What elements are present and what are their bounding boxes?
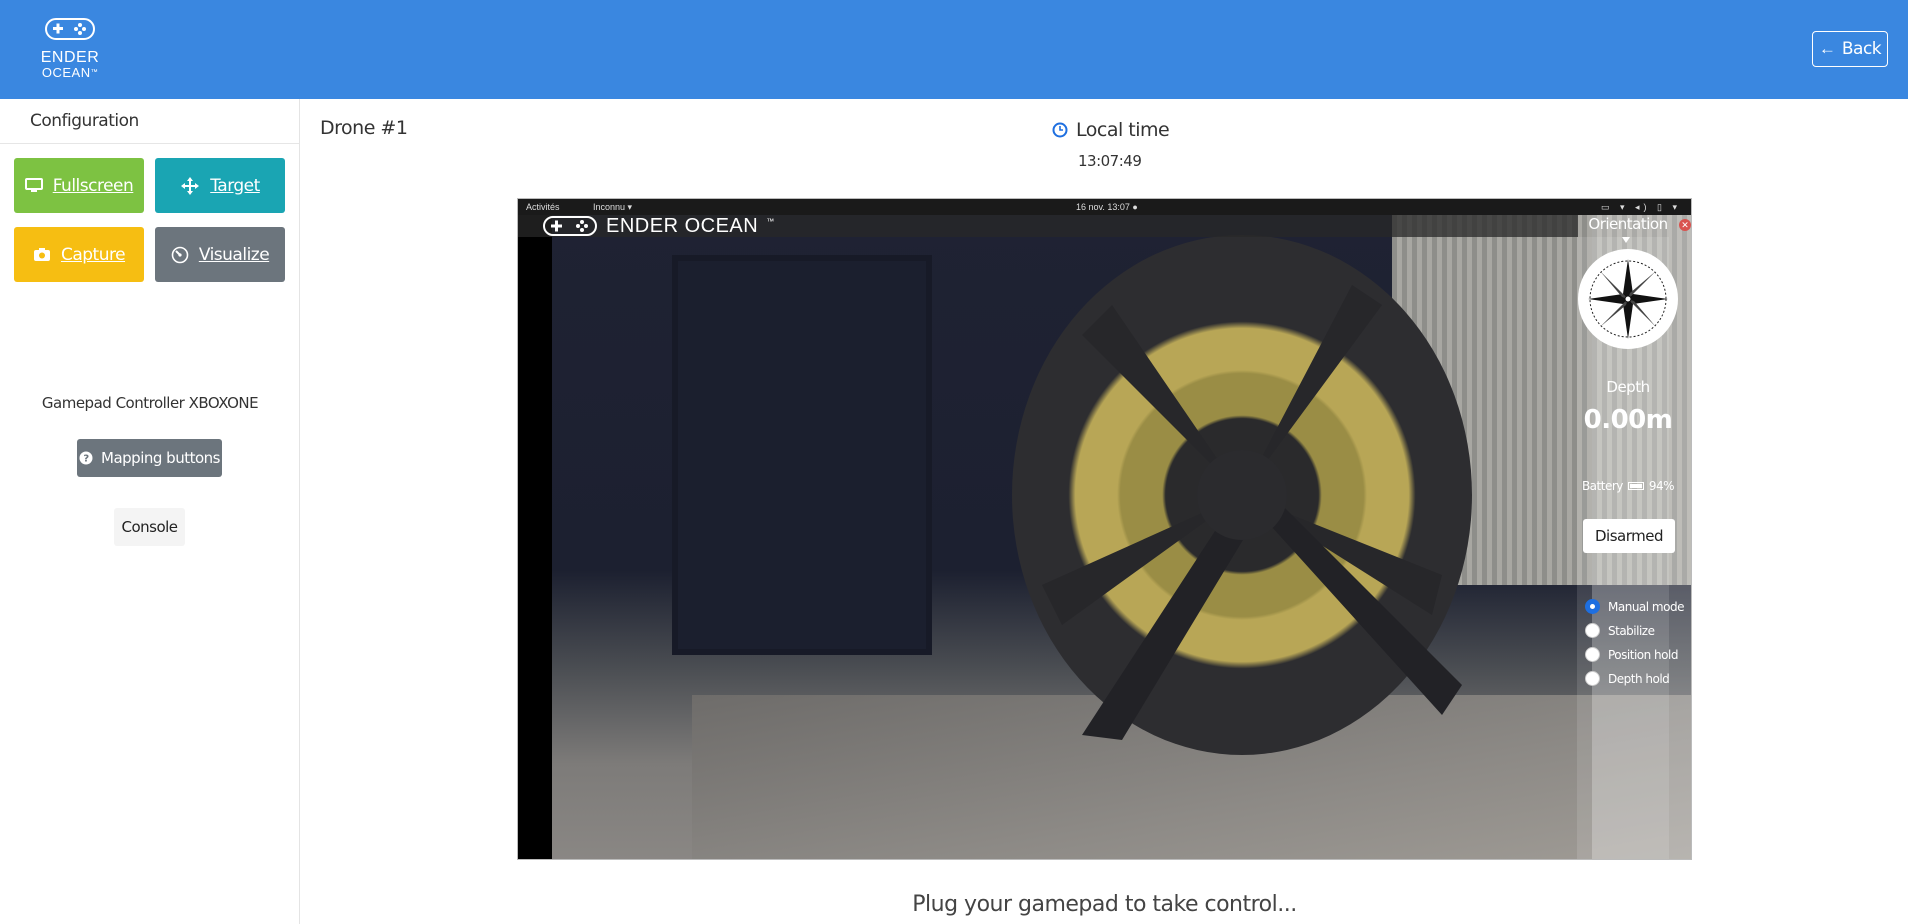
question-circle-icon: ? xyxy=(79,451,93,465)
video-feed[interactable]: Activités Inconnu ▾ 16 nov. 13:07 ● ▭ ▾ … xyxy=(517,198,1692,860)
gamepad-icon xyxy=(45,18,95,40)
mode-option-manual[interactable]: Manual mode xyxy=(1585,599,1684,614)
background-door xyxy=(672,255,932,655)
compass-rose-icon xyxy=(1578,249,1678,349)
local-time-label: Local time xyxy=(1076,119,1170,141)
svg-text:?: ? xyxy=(83,454,89,465)
battery-status: Battery 94% xyxy=(1563,479,1691,493)
os-status-icons: ▭ ▾ ◂) ▯ ▾ xyxy=(1600,202,1681,212)
local-time-heading: Local time xyxy=(1052,119,1170,141)
battery-icon xyxy=(1627,482,1644,490)
radio-icon[interactable] xyxy=(1585,671,1600,686)
reel-frame xyxy=(1042,285,1462,740)
mode-option-stabilize[interactable]: Stabilize xyxy=(1585,623,1655,638)
telemetry-panel: Orientation ✕ Depth 0.00m Battery 94% Di… xyxy=(1563,215,1691,859)
gamepad-controller-label: Gamepad Controller XBOXONE xyxy=(41,394,259,412)
target-button[interactable]: Target xyxy=(155,158,285,213)
capture-button[interactable]: Capture xyxy=(14,227,144,282)
ender-ocean-brand: ENDER OCEAN ™ xyxy=(542,215,775,237)
monitor-icon xyxy=(24,178,43,192)
battery-label: Battery xyxy=(1581,479,1623,493)
radio-icon[interactable] xyxy=(1585,599,1600,614)
drone-title: Drone #1 xyxy=(320,117,408,139)
radio-icon[interactable] xyxy=(1585,647,1600,662)
top-header: ENDER OCEAN™ ← Back xyxy=(0,0,1908,99)
ender-ocean-logo: ENDER OCEAN™ xyxy=(30,16,110,84)
orientation-label: Orientation xyxy=(1588,215,1668,233)
console-button[interactable]: Console xyxy=(114,508,185,546)
close-icon[interactable]: ✕ xyxy=(1679,219,1691,231)
mode-label: Depth hold xyxy=(1608,671,1670,686)
os-top-bar: Activités Inconnu ▾ 16 nov. 13:07 ● ▭ ▾ … xyxy=(518,199,1691,215)
logo-line2: OCEAN™ xyxy=(41,65,99,80)
visualize-label: Visualize xyxy=(198,244,270,265)
plug-gamepad-message: Plug your gamepad to take control... xyxy=(912,892,1297,917)
gauge-icon xyxy=(171,246,189,263)
mode-label: Stabilize xyxy=(1608,623,1655,638)
os-activities: Activités xyxy=(526,202,560,212)
sidebar: Configuration Fullscreen Target Capture … xyxy=(0,99,300,924)
depth-value: 0.00m xyxy=(1583,405,1673,435)
clock-icon xyxy=(1052,122,1068,138)
camera-image xyxy=(552,215,1691,859)
fullscreen-label: Fullscreen xyxy=(52,175,134,196)
mapping-buttons-label: Mapping buttons xyxy=(101,449,220,467)
local-time-value: 13:07:49 xyxy=(1078,152,1142,170)
radio-icon[interactable] xyxy=(1585,623,1600,638)
mode-option-position-hold[interactable]: Position hold xyxy=(1585,647,1678,662)
arrow-left-icon: ← xyxy=(1818,39,1836,58)
back-button[interactable]: ← Back xyxy=(1812,31,1888,67)
fullscreen-button[interactable]: Fullscreen xyxy=(14,158,144,213)
configuration-title: Configuration xyxy=(30,111,139,131)
back-label: Back xyxy=(1841,39,1882,59)
mode-label: Position hold xyxy=(1608,647,1678,662)
target-label: Target xyxy=(210,175,260,196)
os-clock: 16 nov. 13:07 ● xyxy=(1076,202,1138,212)
logo-line1: ENDER xyxy=(40,49,100,66)
mode-label: Manual mode xyxy=(1608,599,1684,614)
capture-label: Capture xyxy=(60,244,126,265)
gamepad-icon xyxy=(543,216,597,236)
mapping-buttons-button[interactable]: ? Mapping buttons xyxy=(77,439,222,477)
move-icon xyxy=(181,176,200,195)
mode-option-depth-hold[interactable]: Depth hold xyxy=(1585,671,1670,686)
brand-tm: ™ xyxy=(766,217,775,226)
disarmed-button[interactable]: Disarmed xyxy=(1583,519,1675,553)
brand-text: ENDER OCEAN xyxy=(606,214,759,237)
os-app-menu: Inconnu ▾ xyxy=(593,202,633,212)
battery-value: 94% xyxy=(1648,479,1675,493)
compass-pointer-icon xyxy=(1622,237,1630,243)
divider xyxy=(0,143,299,144)
depth-label: Depth xyxy=(1606,378,1650,396)
visualize-button[interactable]: Visualize xyxy=(155,227,285,282)
camera-icon xyxy=(33,248,50,261)
